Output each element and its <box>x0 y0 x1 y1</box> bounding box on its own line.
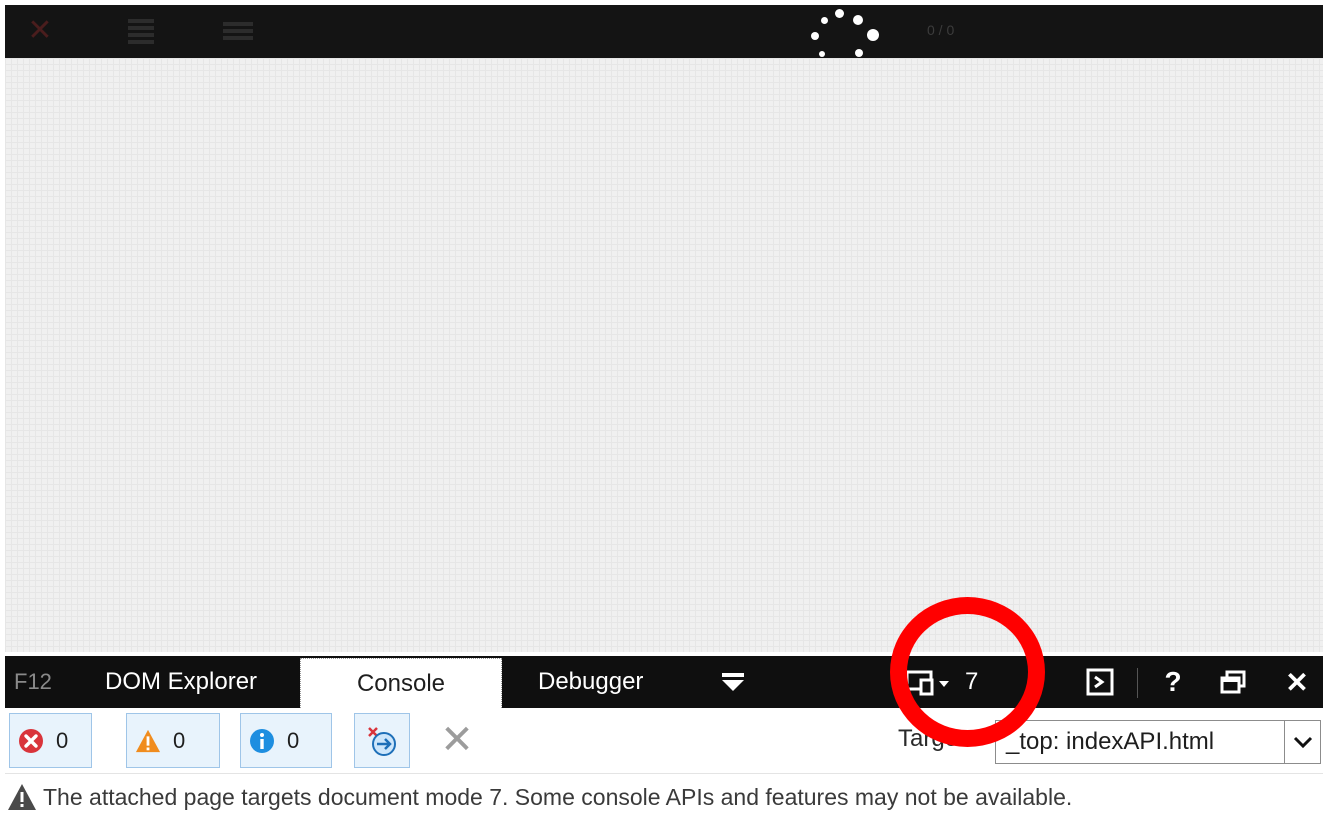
chevron-down-icon[interactable] <box>1284 721 1320 763</box>
more-tools-icon[interactable] <box>717 656 749 708</box>
target-select[interactable]: _top: indexAPI.html <box>995 720 1321 764</box>
messages-filter-button[interactable]: 0 <box>240 713 332 768</box>
close-app-icon[interactable]: ✕ <box>23 16 57 46</box>
menu-icon[interactable] <box>221 17 255 45</box>
undock-icon[interactable] <box>1215 656 1251 708</box>
target-value: _top: indexAPI.html <box>1006 728 1215 755</box>
clear-console-icon[interactable]: ✕ <box>437 720 477 762</box>
warning-icon <box>135 728 161 754</box>
warnings-count: 0 <box>173 727 186 753</box>
info-icon <box>249 728 275 754</box>
loading-spinner-icon <box>811 5 881 58</box>
page-content-area <box>5 58 1323 652</box>
errors-filter-button[interactable]: 0 <box>9 713 92 768</box>
screenshot: ✕ 0 / 0 F12 DOM Explorer Console Debugge… <box>0 0 1323 818</box>
help-button[interactable]: ? <box>1155 656 1191 708</box>
tab-debugger[interactable]: Debugger <box>538 656 643 708</box>
messages-count: 0 <box>287 727 300 753</box>
error-icon <box>18 728 44 754</box>
console-toggle-icon[interactable] <box>1080 656 1120 708</box>
clear-on-navigate-button[interactable] <box>354 713 410 768</box>
app-top-bar: ✕ 0 / 0 <box>5 5 1323 58</box>
document-mode-value: 7 <box>965 668 979 695</box>
f12-label: F12 <box>14 669 52 694</box>
tab-dom-explorer[interactable]: DOM Explorer <box>105 656 257 708</box>
close-devtools-button[interactable]: ✕ <box>1277 656 1317 708</box>
errors-count: 0 <box>56 727 69 753</box>
grid-view-icon[interactable] <box>125 17 157 45</box>
tab-console[interactable]: Console <box>300 658 502 708</box>
browser-emulation-icon <box>905 670 949 696</box>
emulation-dropdown[interactable]: 7 <box>905 656 1015 708</box>
toolbar-divider <box>1137 668 1138 698</box>
warning-icon <box>8 784 36 810</box>
notice-text: The attached page targets document mode … <box>43 783 1073 810</box>
progress-count: 0 / 0 <box>927 22 955 38</box>
devtools-tab-bar: F12 DOM Explorer Console Debugger 7 ? ✕ <box>5 656 1323 708</box>
target-label: Target: <box>898 725 972 752</box>
warnings-filter-button[interactable]: 0 <box>126 713 220 768</box>
docmode-notice: The attached page targets document mode … <box>5 776 1323 818</box>
console-toolbar: 0 0 0 ✕ Target: _top: indexAPI.html <box>5 708 1323 774</box>
clear-on-navigate-icon <box>368 726 396 756</box>
